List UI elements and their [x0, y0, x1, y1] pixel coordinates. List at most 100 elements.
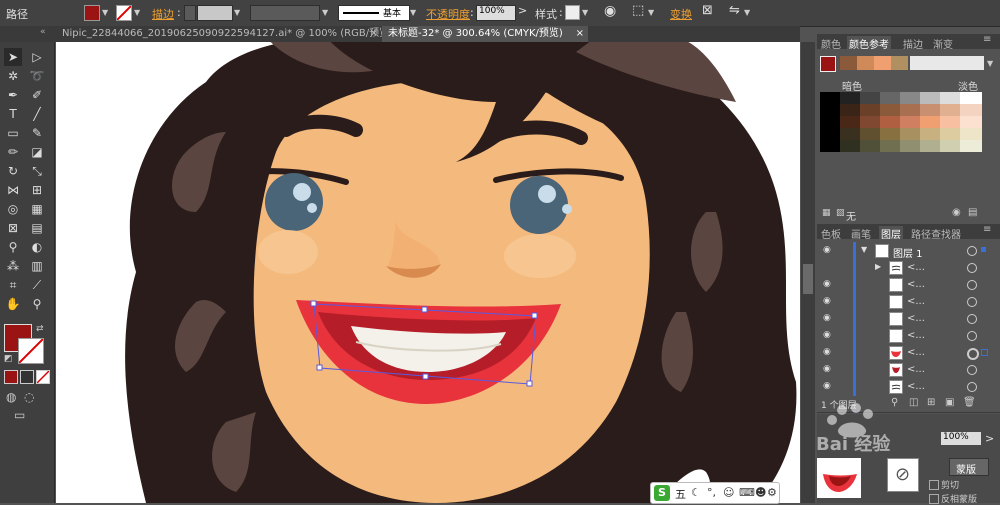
sublayer-name[interactable]: <...	[907, 262, 925, 273]
ime-user-icon[interactable]: ☻	[755, 486, 766, 499]
screen-mode-icon[interactable]: ▭	[14, 408, 25, 422]
new-layer-icon[interactable]: ▣	[945, 397, 954, 408]
target-circle-icon[interactable]	[967, 280, 977, 290]
visibility-eye-icon[interactable]: ◉	[823, 364, 831, 374]
target-circle-icon[interactable]	[967, 365, 977, 375]
width-tool-icon[interactable]: ⋈	[4, 181, 22, 199]
hand-tool-icon[interactable]: ✋	[4, 295, 22, 313]
sublayer-row[interactable]: ◉ <...	[817, 327, 1000, 345]
tab-layers[interactable]: 图层	[879, 226, 903, 241]
sublayer-row[interactable]: ◉ <...	[817, 276, 1000, 294]
style-dropdown-icon[interactable]: ▼	[582, 8, 588, 17]
harmony-dropdown-icon[interactable]: ▼	[987, 59, 993, 68]
target-circle-icon[interactable]	[967, 331, 977, 341]
swap-fill-stroke-icon[interactable]: ⇄	[36, 324, 44, 334]
harmony-rules-dropdown[interactable]	[910, 56, 984, 70]
visibility-eye-icon[interactable]: ◉	[823, 347, 831, 357]
tab-color[interactable]: 颜色	[821, 36, 841, 51]
target-circle-icon[interactable]	[967, 263, 977, 273]
sublayer-name[interactable]: <...	[907, 381, 925, 392]
fill-swatch[interactable]	[84, 5, 100, 21]
sublayer-row[interactable]: ◉ <...	[817, 293, 1000, 311]
sublayer-name[interactable]: <...	[907, 330, 925, 341]
mesh-tool-icon[interactable]: ⊠	[4, 219, 22, 237]
tab-gradient[interactable]: 渐变	[933, 36, 953, 51]
opacity-field[interactable]: 100%	[476, 5, 516, 21]
harmony-swatch[interactable]	[840, 56, 857, 70]
perspective-grid-tool-icon[interactable]: ▦	[28, 200, 46, 218]
target-circle-icon[interactable]	[967, 246, 977, 256]
tab-document-2[interactable]: 未标题-32* @ 300.64% (CMYK/预览) ×	[382, 26, 588, 42]
sublayer-row[interactable]: ◉ <...	[817, 361, 1000, 379]
harmony-swatch[interactable]	[874, 56, 891, 70]
type-tool-icon[interactable]: T	[4, 105, 22, 123]
close-icon[interactable]: ×	[370, 26, 378, 42]
flip-dropdown-icon[interactable]: ▼	[744, 8, 750, 17]
target-circle-icon[interactable]	[967, 314, 977, 324]
harmony-swatch[interactable]	[891, 56, 908, 70]
harmony-swatches[interactable]	[840, 56, 908, 70]
artboard-tool-icon[interactable]: ⌗	[4, 276, 22, 294]
sublayer-row[interactable]: ◉ <...	[817, 344, 1000, 362]
harmony-swatch[interactable]	[857, 56, 874, 70]
sublayer-row[interactable]: ◉ <...	[817, 310, 1000, 328]
stroke-swatch[interactable]	[116, 5, 132, 21]
target-circle-icon[interactable]	[967, 297, 977, 307]
make-mask-button[interactable]: 蒙版	[949, 458, 989, 476]
sublayer-row[interactable]: ◉ <...	[817, 378, 1000, 396]
tab-brushes[interactable]: 画笔	[851, 226, 871, 241]
target-circle-icon[interactable]	[967, 348, 979, 360]
sublayer-name[interactable]: <...	[907, 347, 925, 358]
expand-triangle-icon[interactable]: ▼	[861, 245, 867, 254]
gradient-mode-button[interactable]	[20, 370, 34, 384]
edit-colors-icon[interactable]: ◉	[952, 207, 961, 218]
save-color-group-icon[interactable]: ▤	[968, 207, 977, 218]
stroke-color-box[interactable]	[18, 338, 44, 364]
blend-tool-icon[interactable]: ◐	[28, 238, 46, 256]
rotate-tool-icon[interactable]: ↻	[4, 162, 22, 180]
profile-dropdown-icon[interactable]: ▼	[322, 8, 328, 17]
mask-thumbnail[interactable]	[817, 458, 861, 498]
target-circle-icon[interactable]	[967, 382, 977, 392]
sublayer-name[interactable]: <...	[907, 296, 925, 307]
opacity-slider-icon[interactable]: >	[985, 432, 994, 445]
pen-tool-icon[interactable]: ✒	[4, 86, 22, 104]
isolate-icon[interactable]: ⊠	[702, 3, 713, 18]
graphic-style-swatch[interactable]	[565, 5, 580, 20]
opacity-input[interactable]: 100%	[941, 432, 981, 445]
visibility-eye-icon[interactable]: ◉	[823, 279, 831, 289]
ime-emoji-icon[interactable]: ☺	[723, 486, 734, 499]
ime-settings-icon[interactable]: ⚙	[767, 486, 777, 499]
align-options-icon[interactable]: ⬚	[632, 3, 644, 18]
delete-layer-icon[interactable]: 🗑	[963, 397, 976, 408]
visibility-eye-icon[interactable]: ◉	[823, 313, 831, 323]
sublayer-row[interactable]: ▶ <...	[817, 259, 1000, 277]
draw-behind-icon[interactable]: ◌	[24, 390, 34, 404]
layer-row[interactable]: ◉ ▼ 图层 1	[817, 242, 1000, 260]
sublayer-name[interactable]: <...	[907, 364, 925, 375]
close-icon[interactable]: ×	[576, 26, 584, 42]
tab-stroke[interactable]: 描边	[903, 36, 923, 51]
toolbar-collapse-icon[interactable]: «	[40, 27, 46, 37]
tab-pathfinder[interactable]: 路径查找器	[911, 226, 961, 241]
eraser-tool-icon[interactable]: ◪	[28, 143, 46, 161]
paintbrush-tool-icon[interactable]: ✎	[28, 124, 46, 142]
column-graph-tool-icon[interactable]: ▥	[28, 257, 46, 275]
transform-label[interactable]: 变换	[670, 6, 692, 22]
line-tool-icon[interactable]: ╱	[28, 105, 46, 123]
panel-menu-icon[interactable]: ≡	[983, 34, 991, 45]
expand-triangle-icon[interactable]: ▶	[875, 262, 881, 271]
stroke-label[interactable]: 描边	[152, 6, 174, 22]
ime-keyboard-icon[interactable]: ⌨	[739, 486, 755, 499]
opacity-expand-icon[interactable]: >	[518, 4, 527, 17]
visibility-eye-icon[interactable]: ◉	[823, 330, 831, 340]
default-colors-icon[interactable]: ◩	[4, 354, 13, 364]
variable-width-profile[interactable]	[250, 5, 320, 21]
brush-dropdown-icon[interactable]: ▼	[410, 8, 416, 17]
curvature-tool-icon[interactable]: ✐	[28, 86, 46, 104]
clip-checkbox[interactable]	[929, 480, 939, 490]
color-mode-button[interactable]	[4, 370, 18, 384]
direct-selection-tool-icon[interactable]: ▷	[28, 48, 46, 66]
draw-normal-icon[interactable]: ◍	[6, 390, 16, 404]
scale-tool-icon[interactable]: ⤡	[28, 162, 46, 180]
